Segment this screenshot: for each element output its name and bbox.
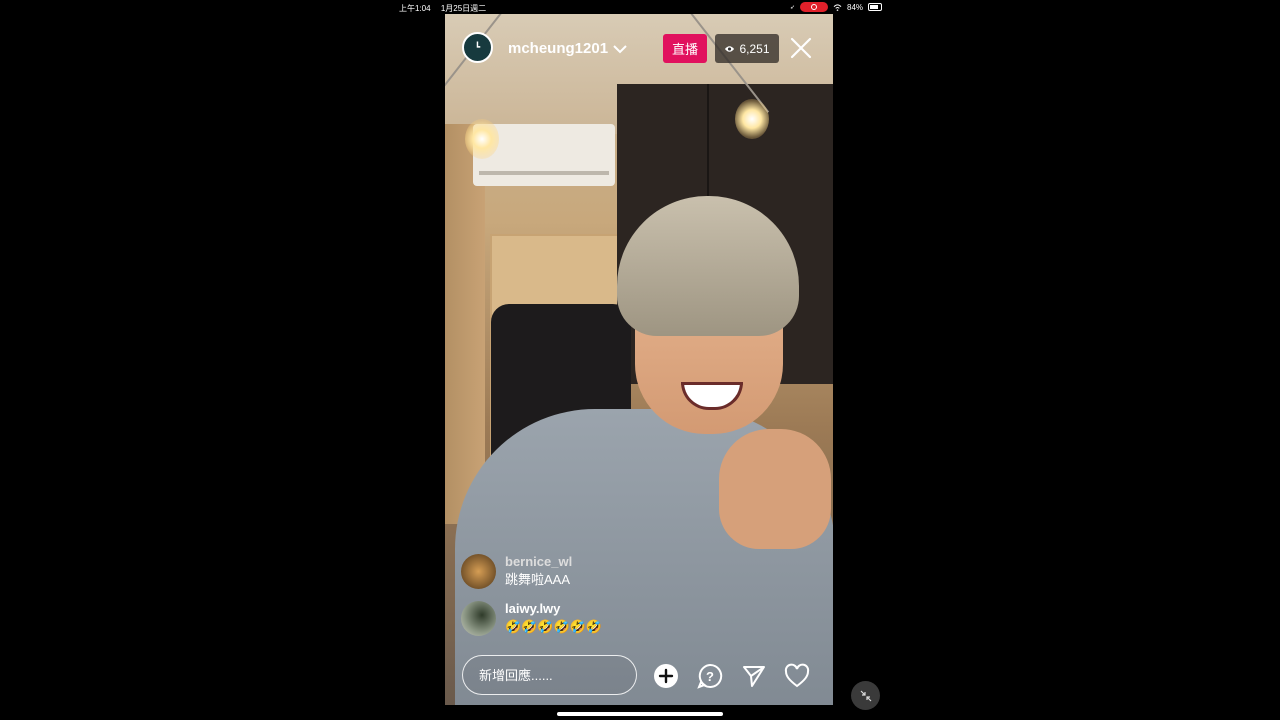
broadcaster-avatar[interactable]: ┗ bbox=[462, 32, 493, 63]
status-bar: 上午1:04 1月25日週二 ➶ 84% bbox=[0, 0, 1280, 14]
commenter-username[interactable]: laiwy.lwy bbox=[505, 601, 602, 617]
record-icon bbox=[811, 4, 818, 10]
eye-icon bbox=[725, 45, 735, 52]
status-right: ➶ 84% bbox=[790, 2, 883, 12]
reply-input[interactable] bbox=[462, 655, 637, 695]
home-indicator[interactable] bbox=[557, 712, 723, 716]
question-icon[interactable]: ? bbox=[697, 663, 723, 689]
comment-body: laiwy.lwy 🤣🤣🤣🤣🤣🤣 bbox=[505, 601, 602, 636]
video-ac-vent bbox=[479, 171, 609, 175]
live-stream-view[interactable]: ┗ mcheung1201 直播 6,251 bernice_wl 跳舞啦AAA… bbox=[445, 14, 833, 705]
comment-body: bernice_wl 跳舞啦AAA bbox=[505, 554, 572, 589]
commenter-avatar[interactable] bbox=[461, 601, 496, 636]
wifi-icon bbox=[833, 3, 842, 11]
clock-icon: ┗ bbox=[474, 42, 481, 52]
stream-header: ┗ mcheung1201 直播 6,251 bbox=[445, 14, 833, 84]
close-icon[interactable] bbox=[789, 36, 813, 60]
comment-text: 跳舞啦AAA bbox=[505, 572, 571, 587]
commenter-avatar[interactable] bbox=[461, 554, 496, 589]
comment-text: 🤣🤣🤣🤣🤣🤣 bbox=[505, 619, 603, 634]
location-icon: ➶ bbox=[790, 4, 796, 11]
comment-item[interactable]: bernice_wl 跳舞啦AAA bbox=[461, 554, 572, 589]
svg-text:?: ? bbox=[706, 669, 714, 684]
viewer-count-badge[interactable]: 6,251 bbox=[715, 34, 779, 63]
battery-percent: 84% bbox=[847, 2, 864, 12]
heart-icon[interactable] bbox=[784, 663, 810, 689]
video-person-hand bbox=[719, 429, 831, 549]
commenter-username[interactable]: bernice_wl bbox=[505, 554, 572, 570]
broadcaster-username[interactable]: mcheung1201 bbox=[508, 40, 608, 57]
live-badge: 直播 bbox=[663, 34, 707, 63]
send-icon[interactable] bbox=[741, 663, 767, 689]
comment-item[interactable]: laiwy.lwy 🤣🤣🤣🤣🤣🤣 bbox=[461, 601, 602, 636]
plus-circle-icon[interactable] bbox=[653, 663, 679, 689]
screen-recording-indicator[interactable] bbox=[800, 2, 829, 12]
minimize-button[interactable] bbox=[851, 681, 880, 710]
minimize-icon bbox=[860, 690, 871, 701]
video-lamp bbox=[465, 119, 499, 159]
chevron-down-icon[interactable] bbox=[613, 44, 627, 54]
viewer-count: 6,251 bbox=[739, 41, 770, 56]
stream-footer: ? bbox=[445, 654, 833, 704]
status-left: 上午1:04 1月25日週二 bbox=[399, 3, 494, 14]
battery-icon bbox=[868, 3, 883, 11]
video-lamp bbox=[735, 99, 769, 139]
status-time: 上午1:04 bbox=[399, 4, 431, 13]
status-date: 1月25日週二 bbox=[440, 4, 487, 13]
